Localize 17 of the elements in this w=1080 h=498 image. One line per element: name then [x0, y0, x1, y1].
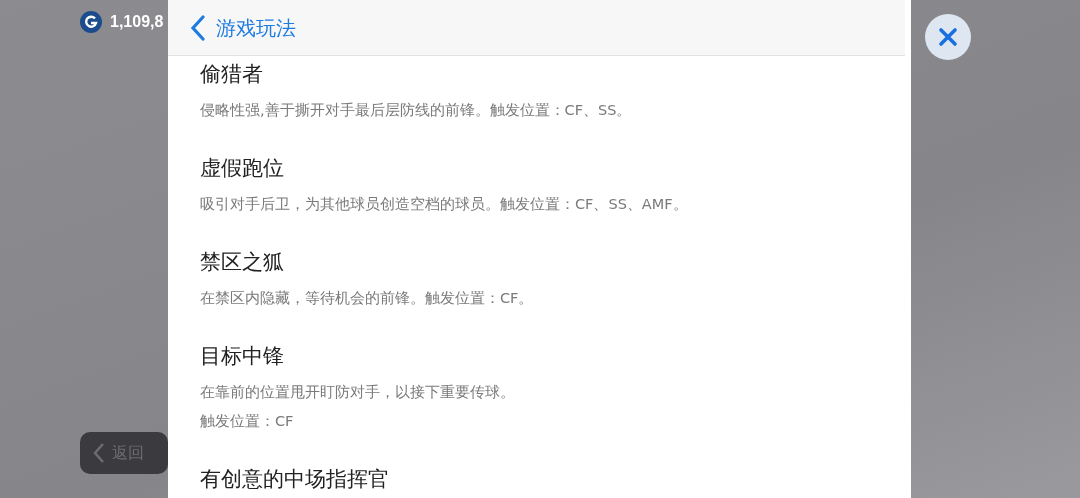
- close-icon: [938, 27, 958, 47]
- item-description: 触发位置：CF: [200, 412, 295, 431]
- item-title: 偷猎者: [200, 61, 264, 88]
- item-title: 有创意的中场指挥官: [200, 466, 390, 493]
- chevron-left-icon: [92, 442, 106, 464]
- item-title: 目标中锋: [200, 343, 285, 370]
- item-description: 在靠前的位置甩开盯防对手，以接下重要传球。: [200, 383, 516, 402]
- item-title: 禁区之狐: [200, 249, 285, 276]
- close-button[interactable]: [925, 14, 971, 60]
- item-title: 虚假跑位: [200, 155, 285, 182]
- item-description: 侵略性强,善于撕开对手最后层防线的前锋。触发位置：CF、SS。: [200, 101, 633, 120]
- back-chevron-icon[interactable]: [190, 14, 206, 41]
- item-description: 吸引对手后卫，为其他球员创造空档的球员。触发位置：CF、SS、AMF。: [200, 195, 689, 214]
- coin-icon: [80, 11, 102, 33]
- coin-balance: 1,109,8: [110, 12, 164, 32]
- item-description: 在禁区内隐藏，等待机会的前锋。触发位置：CF。: [200, 289, 535, 308]
- panel-title: 游戏玩法: [216, 14, 296, 42]
